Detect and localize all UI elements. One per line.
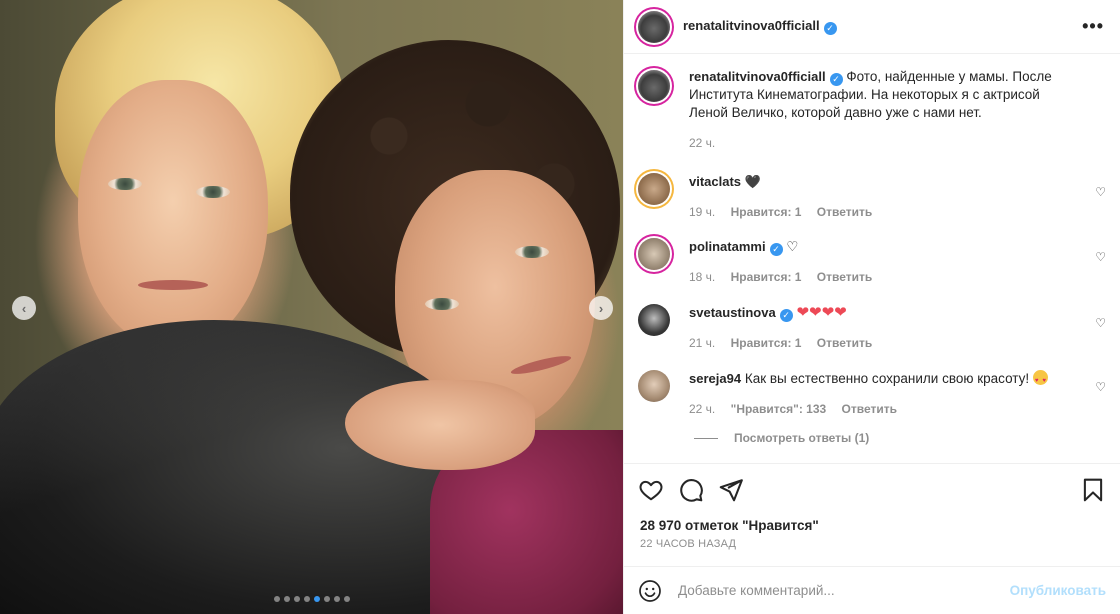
carousel-dot: [333, 596, 340, 602]
share-paper-plane-icon[interactable]: [718, 477, 744, 503]
comment-body: sereja94 Как вы естественно сохранили св…: [689, 370, 1069, 418]
photo-eye: [108, 178, 142, 190]
comment-meta: 19 ч. Нравится: 1 Ответить: [689, 203, 1069, 221]
bookmark-icon[interactable]: [1080, 477, 1106, 503]
white-heart-icon: ♡: [786, 239, 799, 254]
comment-meta: 18 ч. Нравится: 1 Ответить: [689, 268, 1069, 286]
replies-divider: [694, 437, 718, 439]
comment-likes[interactable]: Нравится: 1: [731, 205, 802, 219]
comment-time: 18 ч.: [689, 270, 716, 284]
view-replies-button[interactable]: Посмотреть ответы (1): [694, 431, 869, 445]
carousel-prev-button[interactable]: ‹: [12, 296, 36, 320]
likes-count[interactable]: 28 970 отметок "Нравится": [640, 518, 819, 533]
photo-mouth: [138, 280, 208, 290]
post-timestamp: 22 ЧАСОВ НАЗАД: [640, 538, 737, 550]
comment-body: polinatammi ✓ ♡ 18 ч. Нравится: 1 Ответит…: [689, 238, 1069, 286]
chevron-right-icon: ›: [598, 300, 604, 316]
like-comment-heart-icon[interactable]: ♡: [1095, 250, 1106, 264]
black-heart-icon: 🖤: [744, 174, 761, 189]
carousel-dot: [273, 596, 280, 602]
verified-badge-icon: ✓: [769, 243, 783, 256]
comment-likes[interactable]: Нравится: 1: [731, 270, 802, 284]
photo-mouth: [509, 352, 573, 378]
comment-body: svetaustinova ✓ ❤❤❤❤ 21 ч. Нравится: 1 От…: [689, 304, 1069, 352]
author-name-wrap: renatalitvinova0fficiall ✓: [683, 18, 837, 35]
carousel-indicator: [0, 596, 623, 602]
caption-meta: 22 ч.: [689, 134, 1077, 152]
comment-username[interactable]: vitaclats: [689, 174, 741, 189]
caption-avatar[interactable]: [638, 70, 670, 102]
commenter-avatar[interactable]: [638, 173, 670, 205]
reply-button[interactable]: Ответить: [817, 205, 872, 219]
photo-eye: [196, 186, 230, 198]
comment-time: 21 ч.: [689, 336, 716, 350]
photo-eye: [425, 298, 459, 310]
comment-input[interactable]: [678, 583, 988, 598]
caption-body: renatalitvinova0fficiall ✓ Фото, найденны…: [689, 68, 1077, 152]
photo-eye: [515, 246, 549, 258]
instagram-post-modal: ‹ › renatalitvinova0fficiall ✓ ••• renata…: [0, 0, 1120, 614]
ellipsis-icon[interactable]: •••: [1082, 16, 1104, 37]
comment-time: 19 ч.: [689, 205, 716, 219]
reply-button[interactable]: Ответить: [842, 402, 897, 416]
post-actions-bar: [624, 463, 1120, 515]
post-header: renatalitvinova0fficiall ✓ •••: [624, 0, 1120, 54]
comment-item: sereja94 Как вы естественно сохранили св…: [638, 370, 1106, 418]
reply-button[interactable]: Ответить: [817, 270, 872, 284]
comment-item: svetaustinova ✓ ❤❤❤❤ 21 ч. Нравится: 1 От…: [638, 304, 1106, 352]
emoji-smile-icon[interactable]: [638, 579, 662, 603]
view-replies-label: Посмотреть ответы (1): [734, 431, 870, 445]
carousel-next-button[interactable]: ›: [589, 296, 613, 320]
carousel-dot: [343, 596, 350, 602]
post-side-panel: renatalitvinova0fficiall ✓ ••• renatalitv…: [623, 0, 1120, 614]
post-media[interactable]: ‹ ›: [0, 0, 623, 614]
like-comment-heart-icon[interactable]: ♡: [1095, 380, 1106, 394]
red-heart-icon: ❤❤❤❤: [796, 304, 847, 321]
comment-time: 22 ч.: [689, 402, 716, 416]
carousel-dot: [323, 596, 330, 602]
post-photo: [0, 0, 623, 614]
commenter-avatar[interactable]: [638, 238, 670, 270]
add-comment-bar: Опубликовать: [624, 566, 1120, 614]
like-comment-heart-icon[interactable]: ♡: [1095, 185, 1106, 199]
carousel-dot: [313, 596, 320, 602]
like-comment-heart-icon[interactable]: ♡: [1095, 316, 1106, 330]
comment-meta: 22 ч. "Нравится": 133 Ответить: [689, 400, 1069, 418]
verified-badge-icon: ✓: [779, 309, 793, 322]
chevron-left-icon: ‹: [21, 300, 27, 316]
carousel-dot: [293, 596, 300, 602]
author-avatar[interactable]: [638, 10, 670, 43]
commenter-avatar[interactable]: [638, 304, 670, 336]
author-username[interactable]: renatalitvinova0fficiall: [683, 18, 820, 33]
comment-username[interactable]: polinatammi: [689, 239, 766, 254]
publish-button[interactable]: Опубликовать: [1010, 583, 1106, 598]
like-heart-icon[interactable]: [638, 477, 664, 503]
comment-username[interactable]: sereja94: [689, 371, 741, 386]
commenter-avatar[interactable]: [638, 370, 670, 402]
post-caption: renatalitvinova0fficiall ✓ Фото, найденны…: [638, 68, 1106, 152]
comment-likes[interactable]: "Нравится": 133: [731, 402, 827, 416]
comment-text: Как вы естественно сохранили свою красот…: [744, 371, 1030, 386]
comment-likes[interactable]: Нравится: 1: [731, 336, 802, 350]
comment-body: vitaclats 🖤 19 ч. Нравится: 1 Ответить: [689, 173, 1069, 221]
comment-bubble-icon[interactable]: [678, 477, 704, 503]
reply-button[interactable]: Ответить: [817, 336, 872, 350]
comment-username[interactable]: svetaustinova: [689, 305, 776, 320]
verified-badge-icon: ✓: [829, 73, 843, 86]
verified-badge-icon: ✓: [823, 22, 837, 35]
carousel-dot: [283, 596, 290, 602]
comment-item: vitaclats 🖤 19 ч. Нравится: 1 Ответить ♡: [638, 173, 1106, 221]
caption-username[interactable]: renatalitvinova0fficiall: [689, 69, 826, 84]
comment-item: polinatammi ✓ ♡ 18 ч. Нравится: 1 Ответит…: [638, 238, 1106, 286]
carousel-dot: [303, 596, 310, 602]
caption-time: 22 ч.: [689, 136, 716, 150]
photo-face-left: [78, 80, 268, 350]
heart-eyes-emoji-icon: [1032, 370, 1048, 390]
comment-meta: 21 ч. Нравится: 1 Ответить: [689, 334, 1069, 352]
